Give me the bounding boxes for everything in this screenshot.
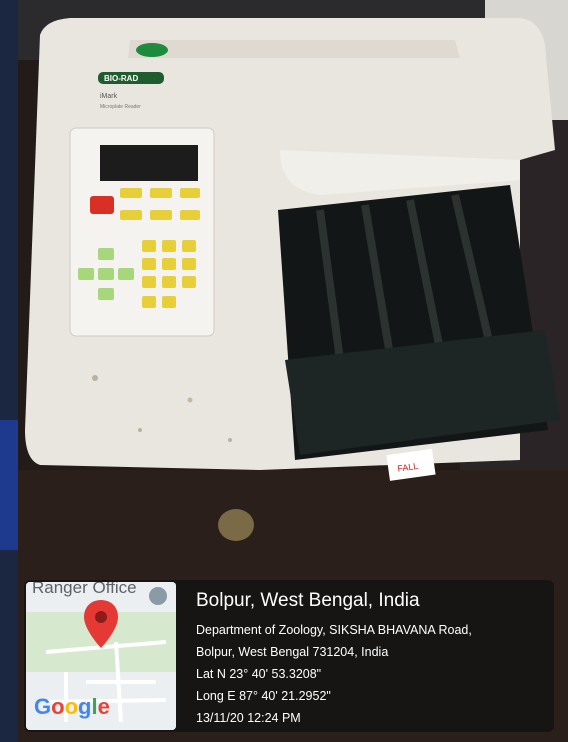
address-line-2: Bolpur, West Bengal 731204, India	[196, 645, 389, 659]
svg-text:BIO-RAD: BIO-RAD	[104, 74, 138, 83]
microplate-reader: FALL BIO-RAD iMark Microplate Reader	[25, 18, 560, 481]
power-indicator	[136, 43, 168, 57]
svg-text:iMark: iMark	[100, 93, 118, 100]
google-logo: Google	[34, 694, 110, 719]
location-map[interactable]: Ranger Office Google	[26, 582, 176, 730]
map-pin-icon	[84, 600, 118, 648]
address-line-1: Department of Zoology, SIKSHA BHAVANA Ro…	[196, 623, 472, 637]
timestamp: 13/11/20 12:24 PM	[196, 711, 301, 725]
debris-spot	[218, 509, 254, 541]
latitude: Lat N 23° 40' 53.3208"	[196, 667, 322, 681]
location-title: Bolpur, West Bengal, India	[196, 590, 420, 611]
location-info: Bolpur, West Bengal, India Department of…	[196, 590, 546, 729]
svg-text:Microplate Reader: Microplate Reader	[100, 104, 141, 110]
stop-key	[90, 196, 114, 214]
lcd-display	[100, 145, 198, 181]
map-place-label: Ranger Office	[32, 582, 137, 597]
geotag-card: Ranger Office Google Bolpur, West Bengal…	[24, 580, 554, 732]
longitude: Long E 87° 40' 21.2952"	[196, 689, 331, 703]
landmark-icon	[149, 587, 167, 605]
